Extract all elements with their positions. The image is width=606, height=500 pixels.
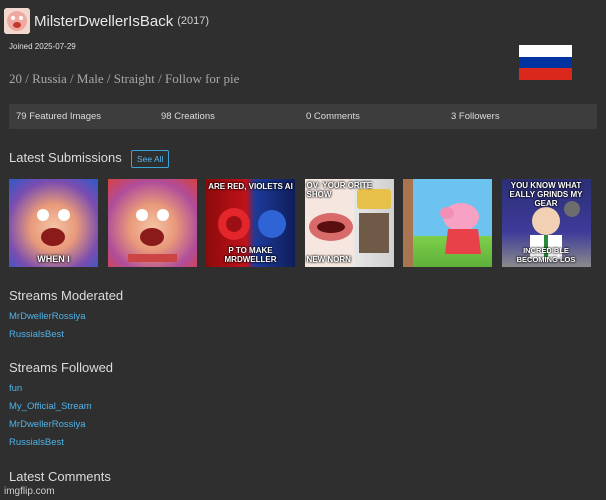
username: MilsterDwellerIsBack — [34, 12, 174, 30]
avatar[interactable] — [4, 8, 30, 34]
stream-link[interactable]: RussialsBest — [9, 437, 64, 448]
thumb-bottom-caption: WHEN I — [37, 254, 70, 264]
profile-header: MilsterDwellerIsBack (2017) — [4, 5, 209, 37]
watermark: imgflip.com — [4, 486, 55, 497]
stat-followers[interactable]: 3 Followers — [444, 111, 589, 122]
stats-bar: 79 Featured Images 98 Creations 0 Commen… — [9, 104, 597, 129]
see-all-button[interactable]: See All — [131, 150, 170, 168]
joined-date: Joined 2025-07-29 — [9, 42, 76, 51]
streams-moderated-title: Streams Moderated — [9, 288, 124, 303]
submission-thumbnail[interactable]: OV: YOUR ORITE SHOW NEW NORN — [304, 179, 394, 267]
latest-comments-title: Latest Comments — [9, 469, 111, 484]
stat-comments[interactable]: 0 Comments — [299, 111, 444, 122]
submission-thumbnail[interactable] — [403, 179, 492, 267]
streams-followed-title: Streams Followed — [9, 360, 114, 375]
account-year: (2017) — [177, 15, 209, 27]
thumb-top-caption: ARE RED, VIOLETS AI — [208, 182, 293, 191]
submission-thumbnail[interactable] — [107, 179, 197, 267]
thumb-top-caption: YOU KNOW WHAT EALLY GRINDS MY GEAR — [509, 181, 583, 208]
stream-link[interactable]: RussialsBest — [9, 329, 64, 340]
stream-link[interactable]: My_Official_Stream — [9, 401, 92, 412]
thumb-bottom-caption: INCREDIBLE BECOMING LOS — [516, 246, 576, 264]
stream-link[interactable]: fun — [9, 383, 22, 394]
thumb-top-caption: OV: YOUR ORITE SHOW — [306, 181, 373, 199]
stat-featured-images[interactable]: 79 Featured Images — [9, 111, 154, 122]
stat-creations[interactable]: 98 Creations — [154, 111, 299, 122]
submission-thumbnail[interactable]: ARE RED, VIOLETS AI P TO MAKE MRDWELLER — [206, 179, 295, 267]
peppa-pig-image-icon — [403, 179, 481, 267]
stream-link[interactable]: MrDwellerRossiya — [9, 419, 86, 430]
submission-thumbnail[interactable]: YOU KNOW WHAT EALLY GRINDS MY GEAR INCRE… — [501, 179, 591, 267]
latest-submissions-title: Latest Submissions — [9, 150, 122, 165]
thumb-bottom-caption: P TO MAKE MRDWELLER — [224, 246, 277, 264]
profile-bio: 20 / Russia / Male / Straight / Follow f… — [9, 71, 240, 86]
russia-flag-icon — [519, 45, 572, 80]
face-image-icon — [127, 209, 177, 262]
submission-thumbnail[interactable]: WHEN I — [9, 179, 98, 267]
thumb-bottom-caption: NEW NORN — [306, 255, 351, 264]
submission-thumbnails: WHEN I ARE RED, VIOLETS AI P TO MAKE MRD… — [9, 179, 600, 267]
avatar-image — [4, 8, 30, 34]
stream-link[interactable]: MrDwellerRossiya — [9, 311, 86, 322]
